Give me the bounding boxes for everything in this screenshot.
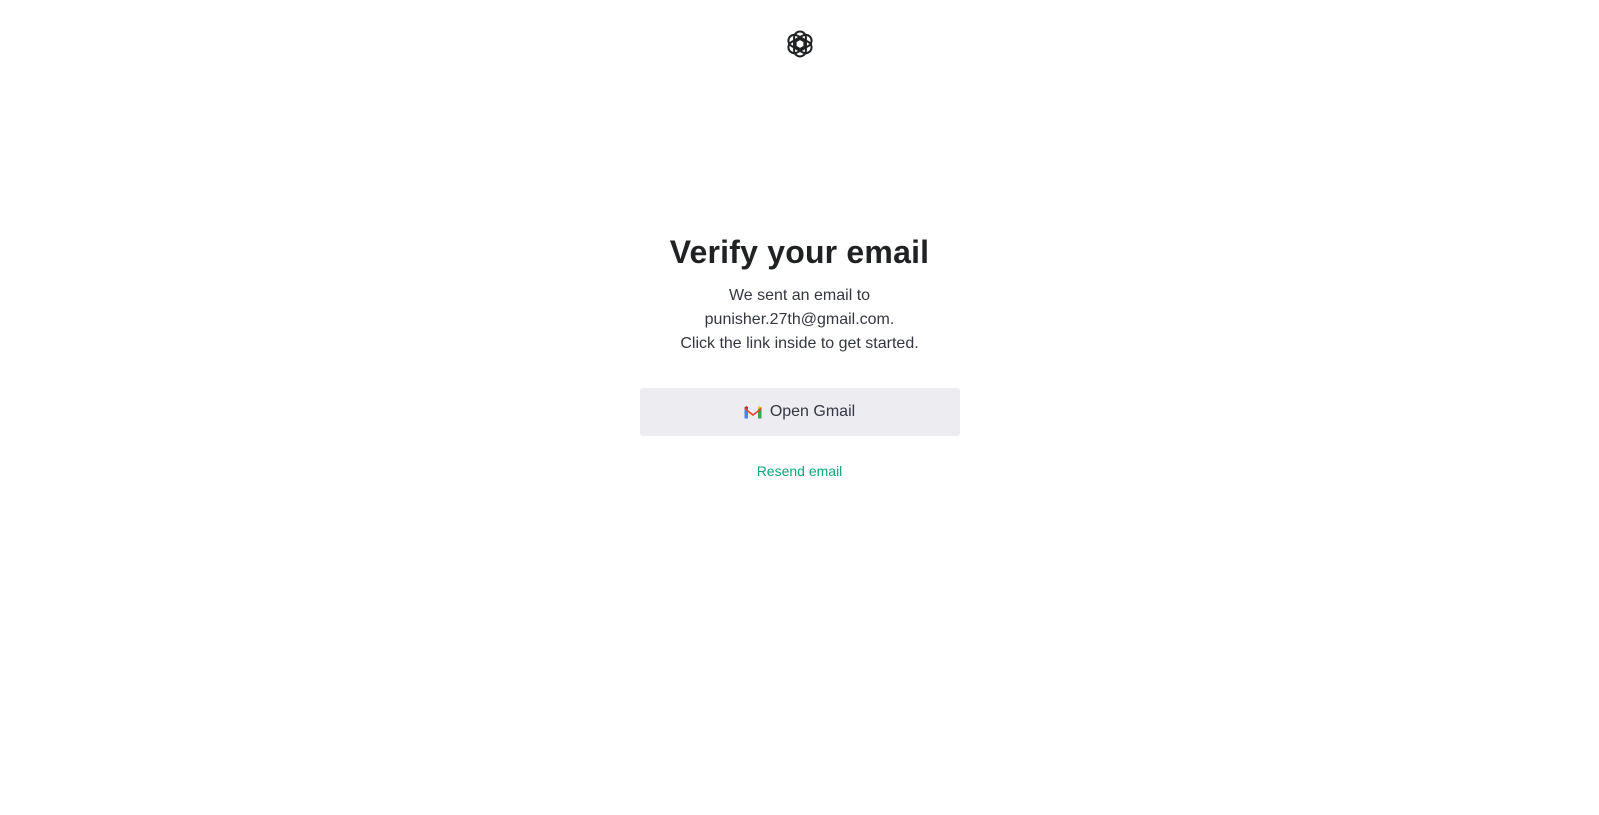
email-address: punisher.27th@gmail.com.: [704, 311, 895, 328]
verify-email-page: Verify your email We sent an email to pu…: [0, 0, 1599, 815]
open-gmail-label: Open Gmail: [769, 403, 856, 420]
gmail-icon: [744, 405, 762, 419]
page-title: Verify your email: [669, 234, 930, 270]
verify-email-section: Verify your email We sent an email to pu…: [0, 232, 1599, 481]
resend-email-link[interactable]: Resend email: [757, 461, 843, 481]
verify-message: We sent an email to punisher.27th@gmail.…: [0, 284, 1599, 356]
openai-logo-icon: [783, 27, 817, 61]
message-line-sent: We sent an email to: [728, 287, 871, 304]
message-line-instructions: Click the link inside to get started.: [680, 335, 919, 352]
open-gmail-button[interactable]: Open Gmail: [639, 388, 960, 436]
